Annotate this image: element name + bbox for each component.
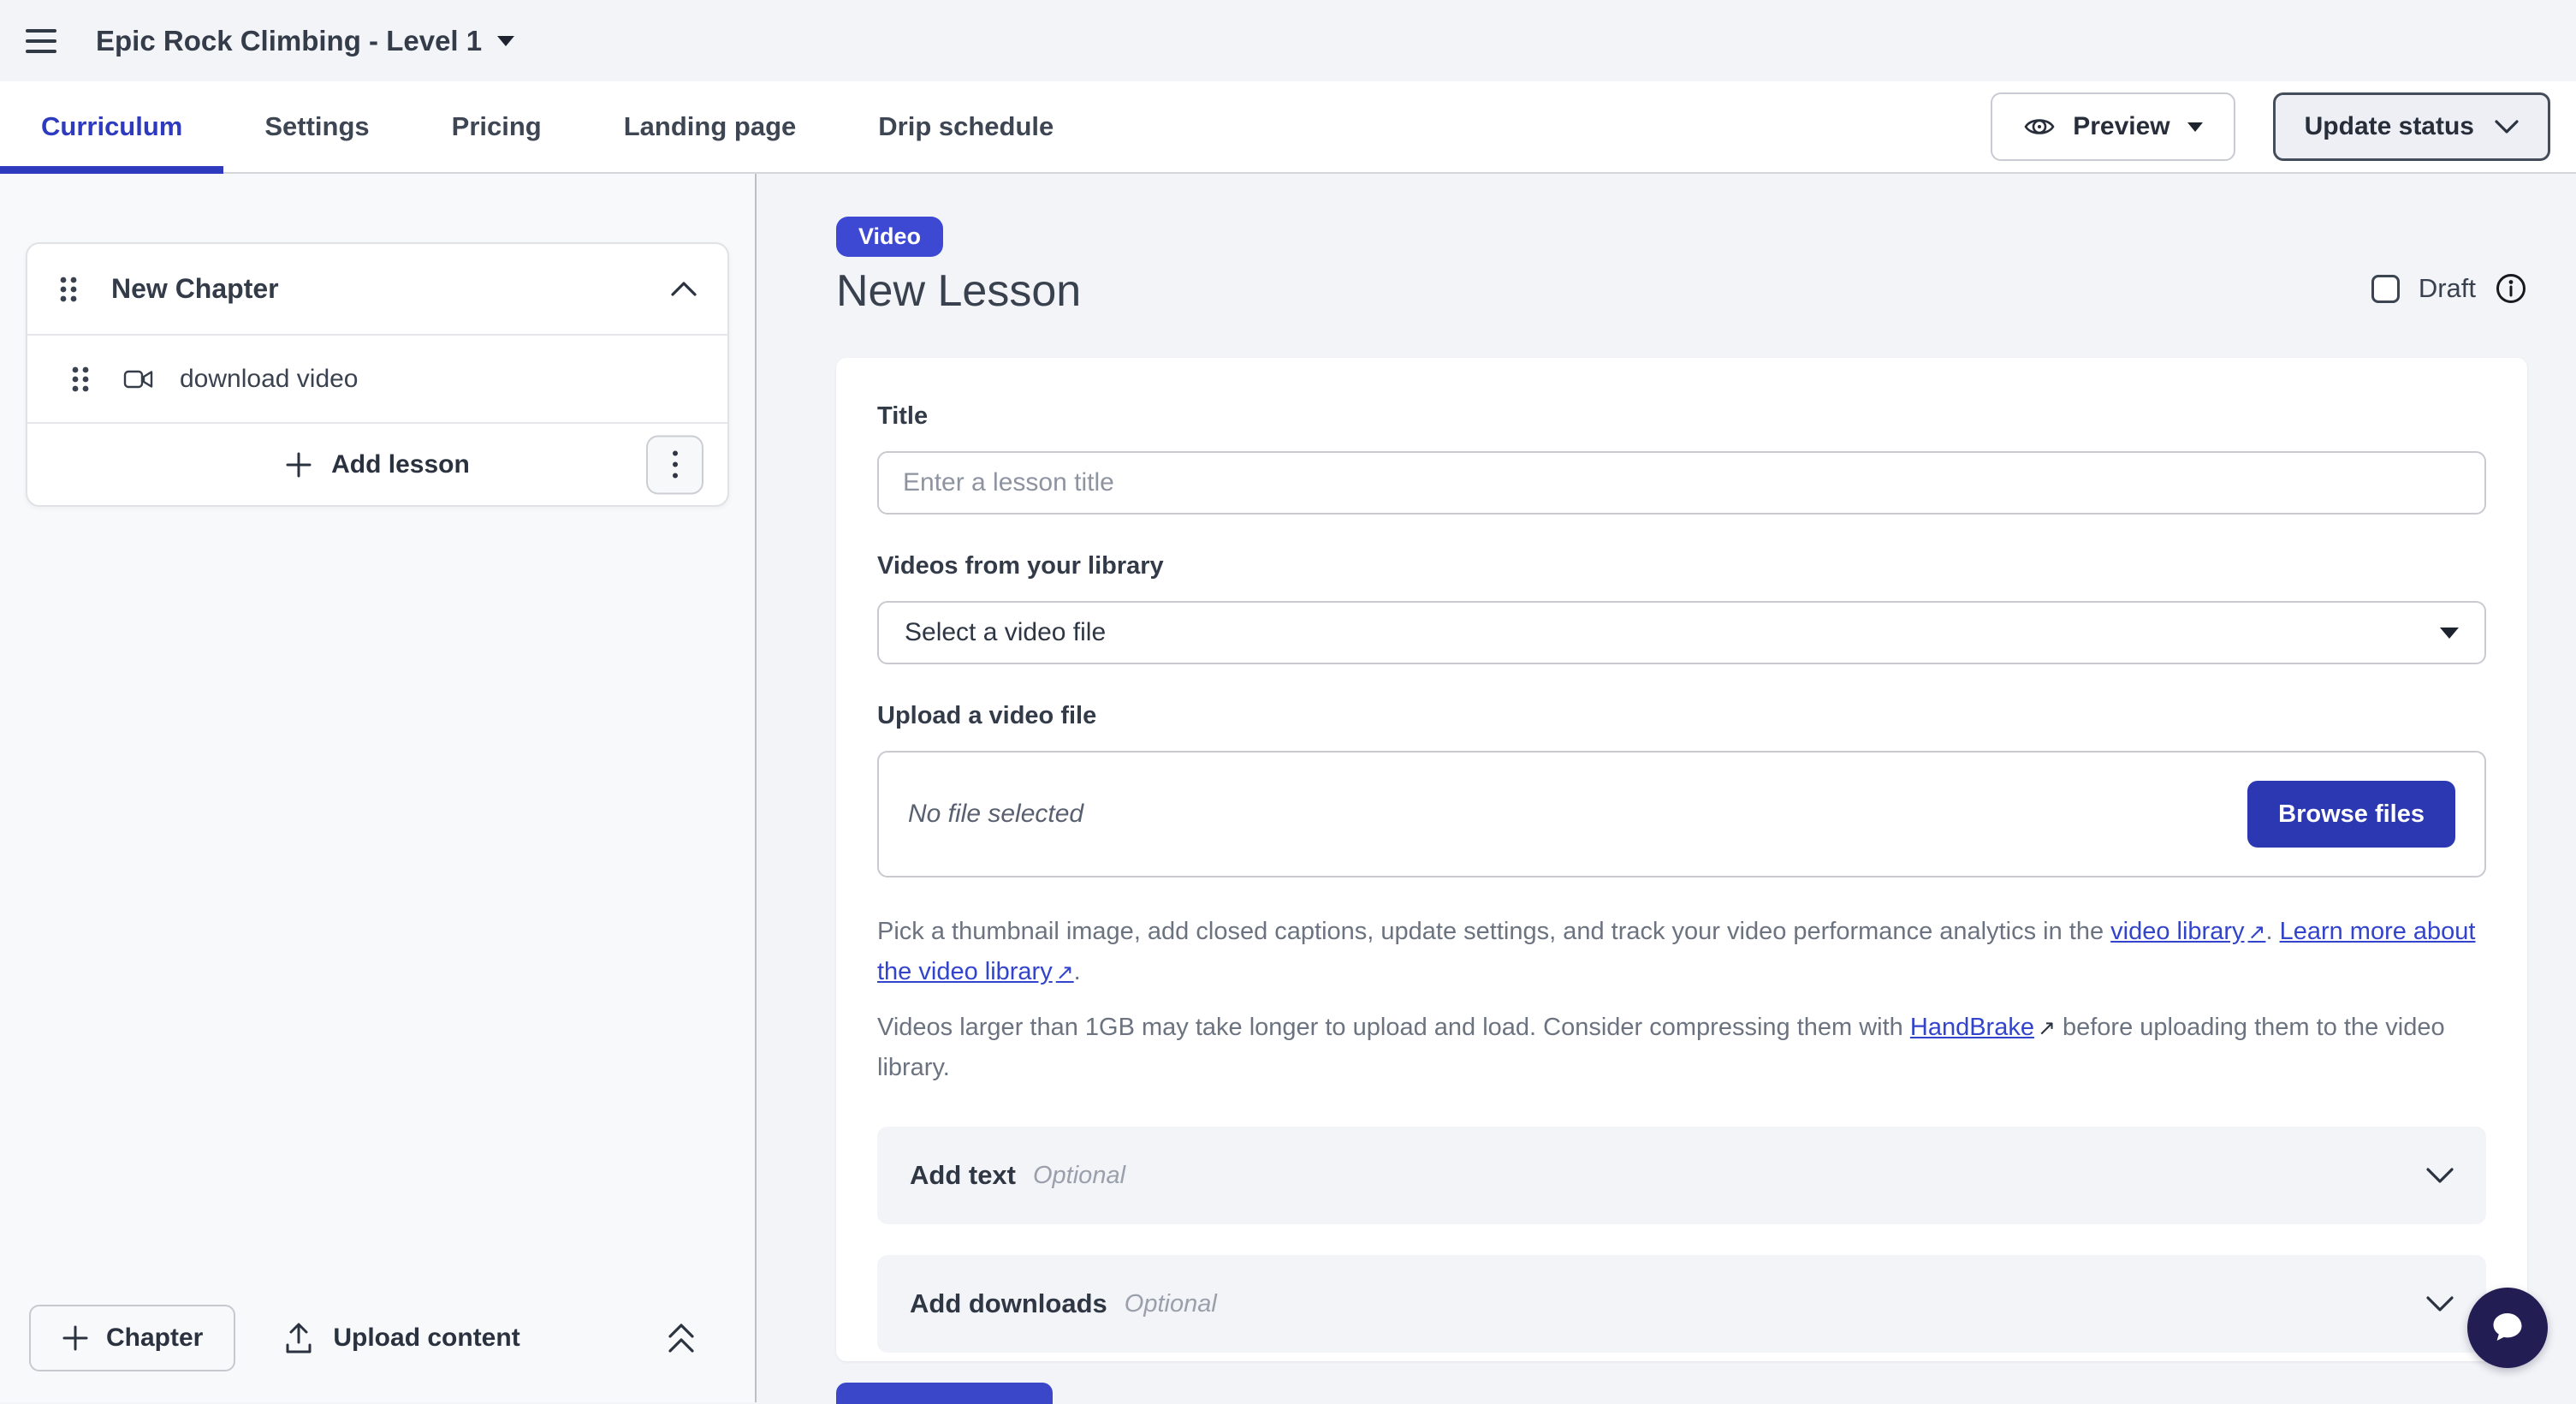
add-chapter-button[interactable]: Chapter [29,1305,235,1371]
draft-checkbox[interactable] [2371,275,2400,303]
chevron-up-icon[interactable] [671,282,697,296]
optional-label: Optional [1125,1290,1217,1318]
browse-files-button[interactable]: Browse files [2247,781,2455,848]
tab-curriculum[interactable]: Curriculum [0,81,223,172]
video-library-link[interactable]: video library↗ [2110,918,2265,945]
help-text: . [1074,958,1081,985]
drag-handle-icon[interactable] [70,364,91,395]
update-status-label: Update status [2305,112,2474,141]
library-label: Videos from your library [877,552,2486,580]
tabbar-actions: Preview Update status [1991,81,2576,172]
chevron-down-icon [2426,1296,2454,1312]
eye-icon [2023,115,2056,139]
video-camera-icon [123,367,154,391]
caret-down-icon [2440,628,2459,639]
tab-pricing[interactable]: Pricing [411,81,583,172]
sidebar-footer: Chapter Upload content [0,1274,755,1402]
compression-help-text: Videos larger than 1GB may take longer t… [877,1008,2486,1087]
update-status-button[interactable]: Update status [2273,92,2550,161]
add-lesson-label: Add lesson [331,450,470,479]
file-upload-dropzone[interactable]: No file selected Browse files [877,751,2486,878]
caret-down-icon [2187,122,2203,132]
add-lesson-button[interactable]: Add lesson [285,450,470,479]
external-link-icon: ↗ [2038,1008,2056,1048]
external-link-icon: ↗ [1056,961,1074,985]
external-link-icon: ↗ [2247,920,2265,944]
chapter-menu-button[interactable] [646,435,703,494]
chevron-down-icon [2426,1168,2454,1183]
plus-icon [62,1324,89,1352]
preview-label: Preview [2073,112,2169,141]
chat-bubble-icon [2485,1306,2530,1350]
tab-landing-page[interactable]: Landing page [583,81,838,172]
caret-down-icon [497,36,514,46]
preview-button[interactable]: Preview [1991,92,2235,161]
info-icon[interactable] [2495,272,2527,305]
link-label: HandBrake [1910,1014,2034,1041]
add-downloads-label: Add downloads [910,1288,1107,1319]
no-file-text: No file selected [908,800,1083,829]
add-text-section[interactable]: Add text Optional [877,1127,2486,1224]
link-label: video library [2110,918,2244,945]
add-lesson-row: Add lesson [27,424,727,505]
course-switcher[interactable]: Epic Rock Climbing - Level 1 [96,25,514,57]
tab-drip-schedule[interactable]: Drip schedule [837,81,1095,172]
chat-launcher-button[interactable] [2467,1288,2548,1368]
add-chapter-label: Chapter [106,1324,203,1353]
add-downloads-section[interactable]: Add downloads Optional [877,1255,2486,1353]
drag-handle-icon[interactable] [58,274,79,305]
draft-toggle-row: Draft [2371,272,2527,305]
lesson-header: Video New Lesson Draft [836,217,2527,317]
lesson-header-left: Video New Lesson [836,217,1081,317]
chevron-down-icon [2495,120,2519,134]
help-text: Pick a thumbnail image, add closed capti… [877,918,2110,945]
save-lesson-button[interactable]: Save lesson [836,1383,1053,1404]
lesson-form-card: Title Videos from your library Select a … [836,358,2527,1361]
video-library-selected-value: Select a video file [905,618,1106,647]
course-title: Epic Rock Climbing - Level 1 [96,25,482,57]
hamburger-menu-icon[interactable] [26,27,60,56]
curriculum-sidebar: New Chapter download video [0,174,757,1402]
plus-icon [285,451,312,479]
help-text: Videos larger than 1GB may take longer t… [877,1014,1910,1041]
help-text: . [2265,918,2279,945]
chapter-title: New Chapter [111,273,279,305]
optional-label: Optional [1033,1162,1125,1190]
chapter-card: New Chapter download video [26,242,729,507]
collapse-panel-icon[interactable] [668,1323,695,1353]
handbrake-link[interactable]: HandBrake [1910,1014,2034,1041]
video-library-help-text: Pick a thumbnail image, add closed capti… [877,912,2486,992]
page-title: New Lesson [836,265,1081,317]
upload-icon [283,1322,314,1354]
video-library-select[interactable]: Select a video file [877,601,2486,664]
lesson-title: download video [180,365,359,394]
tabbar: Curriculum Settings Pricing Landing page… [0,81,2576,174]
topbar: Epic Rock Climbing - Level 1 [0,0,2576,81]
upload-content-label: Upload content [333,1324,519,1353]
lesson-editor: Video New Lesson Draft Title Videos from… [757,174,2576,1402]
upload-video-label: Upload a video file [877,702,2486,730]
title-label: Title [877,402,2486,431]
lesson-item[interactable]: download video [27,336,727,424]
upload-content-button[interactable]: Upload content [283,1322,519,1354]
lesson-title-input[interactable] [877,451,2486,515]
chapter-header[interactable]: New Chapter [27,244,727,336]
draft-label: Draft [2419,273,2476,304]
lesson-type-badge: Video [836,217,943,257]
tab-settings[interactable]: Settings [223,81,410,172]
add-text-label: Add text [910,1160,1016,1191]
